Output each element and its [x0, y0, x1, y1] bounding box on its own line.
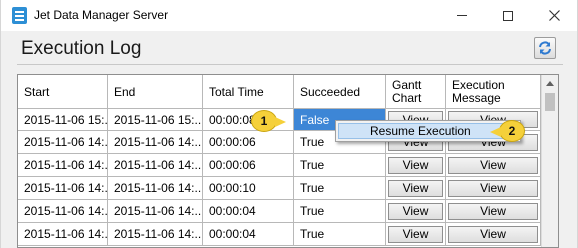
minimize-button[interactable] — [439, 0, 485, 31]
column-header-gantt-chart-label: Gantt Chart — [392, 77, 422, 105]
cell-succeeded[interactable]: True — [294, 177, 386, 200]
minimize-icon — [457, 15, 467, 16]
maximize-icon — [503, 10, 513, 21]
table-row[interactable]: 2015-11-06 14:... 2015-11-06 14:... 00:0… — [18, 154, 541, 177]
table-row[interactable]: 2015-11-06 14:... 2015-11-06 14:... 00:0… — [18, 177, 541, 200]
cell-gantt: View — [386, 200, 446, 223]
cell-end[interactable]: 2015-11-06 14:... — [108, 154, 203, 177]
view-gantt-button[interactable]: View — [388, 179, 443, 197]
step-callout-1: 1 — [251, 110, 286, 132]
scroll-thumb[interactable] — [545, 93, 555, 111]
cell-start[interactable]: 2015-11-06 14:... — [18, 200, 108, 223]
column-header-gantt-chart[interactable]: Gantt Chart — [386, 75, 446, 109]
cell-start[interactable]: 2015-11-06 15:... — [18, 109, 108, 131]
table-row[interactable]: 2015-11-06 14:... 2015-11-06 14:... 00:0… — [18, 223, 541, 246]
cell-end[interactable]: 2015-11-06 15:... — [108, 109, 203, 131]
column-header-execution-message[interactable]: Execution Message — [446, 75, 541, 109]
cell-end[interactable]: 2015-11-06 14:... — [108, 131, 203, 154]
view-gantt-button[interactable]: View — [388, 202, 443, 220]
maximize-button[interactable] — [485, 0, 531, 31]
cell-start[interactable]: 2015-11-06 14:... — [18, 131, 108, 154]
cell-start[interactable]: 2015-11-06 14:... — [18, 177, 108, 200]
column-header-start[interactable]: Start — [18, 75, 108, 109]
cell-total-time[interactable]: 00:00:04 — [203, 200, 294, 223]
refresh-icon — [539, 41, 551, 55]
cell-start[interactable]: 2015-11-06 14:... — [18, 223, 108, 246]
cell-start[interactable]: 2015-11-06 14:... — [18, 154, 108, 177]
cell-end[interactable]: 2015-11-06 14:... — [108, 200, 203, 223]
app-icon — [12, 7, 27, 24]
cell-message: View — [446, 200, 541, 223]
execution-log-grid[interactable]: Start End Total Time Succeeded Gantt Cha… — [17, 74, 559, 248]
cell-total-time[interactable]: 00:00:10 — [203, 177, 294, 200]
table-row[interactable]: 2015-11-06 14:... 2015-11-06 14:... 00:0… — [18, 200, 541, 223]
close-button[interactable] — [531, 0, 577, 31]
close-icon — [548, 10, 560, 21]
cell-end[interactable]: 2015-11-06 14:... — [108, 177, 203, 200]
cell-succeeded[interactable]: True — [294, 154, 386, 177]
view-message-button[interactable]: View — [448, 225, 538, 243]
view-message-button[interactable]: View — [448, 179, 538, 197]
column-header-total-time[interactable]: Total Time — [203, 75, 294, 109]
cell-gantt: View — [386, 223, 446, 246]
cell-succeeded[interactable]: True — [294, 223, 386, 246]
cell-end[interactable]: 2015-11-06 14:... — [108, 223, 203, 246]
refresh-button[interactable] — [534, 37, 556, 59]
view-gantt-button[interactable]: View — [388, 156, 443, 174]
page-title: Execution Log — [21, 38, 142, 59]
cell-succeeded[interactable]: True — [294, 200, 386, 223]
scroll-up-arrow-icon — [546, 81, 554, 86]
view-message-button[interactable]: View — [448, 156, 538, 174]
vertical-scrollbar[interactable] — [541, 75, 558, 247]
window-title: Jet Data Manager Server — [34, 8, 169, 22]
cell-message: View — [446, 177, 541, 200]
column-header-succeeded[interactable]: Succeeded — [294, 75, 386, 109]
grid-header-row: Start End Total Time Succeeded Gantt Cha… — [18, 75, 541, 109]
cell-total-time[interactable]: 00:00:06 — [203, 131, 294, 154]
app-window: Jet Data Manager Server Execution Log St… — [0, 0, 578, 248]
scroll-up-button[interactable] — [542, 75, 558, 92]
view-message-button[interactable]: View — [448, 202, 538, 220]
step-callout-2: 2 — [490, 120, 525, 142]
column-header-end[interactable]: End — [108, 75, 203, 109]
cell-total-time[interactable]: 00:00:06 — [203, 154, 294, 177]
cell-total-time[interactable]: 00:00:04 — [203, 223, 294, 246]
column-header-execution-message-label: Execution Message — [452, 77, 505, 105]
cell-gantt: View — [386, 154, 446, 177]
cell-message: View — [446, 154, 541, 177]
view-gantt-button[interactable]: View — [388, 225, 443, 243]
cell-gantt: View — [386, 177, 446, 200]
title-bar: Jet Data Manager Server — [1, 0, 577, 31]
title-divider — [17, 64, 563, 65]
cell-message: View — [446, 223, 541, 246]
